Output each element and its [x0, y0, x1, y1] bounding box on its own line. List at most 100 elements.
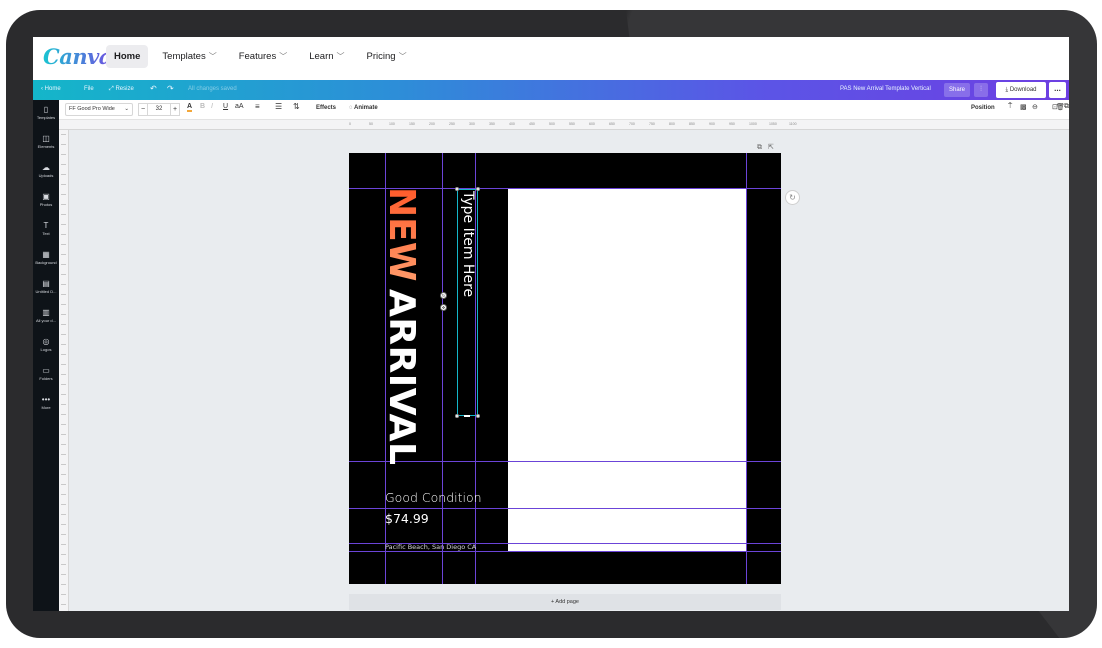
sidebar-item-text[interactable]: T Text — [33, 221, 59, 236]
undo-icon[interactable]: ↶ — [150, 84, 157, 93]
background-icon: ▦ — [42, 250, 50, 259]
sidebar-item-templates[interactable]: ▯ Templates — [33, 105, 59, 120]
ruler-tick — [61, 314, 66, 315]
ruler-tick-label: 400 — [509, 122, 515, 126]
price-text[interactable]: $74.99 — [385, 511, 429, 526]
font-size-decrease[interactable]: − — [138, 103, 148, 116]
insights-icon[interactable]: ⫶ — [974, 83, 988, 97]
ruler-tick — [61, 274, 66, 275]
sidebar-item-background[interactable]: ▦ Background — [33, 250, 59, 265]
bold-icon[interactable]: B — [200, 103, 205, 110]
spacing-icon[interactable]: ⇅ — [293, 102, 300, 111]
main-nav: Home Templates ﹀ Features ﹀ Learn ﹀ Pricing ﹀ — [106, 45, 415, 68]
design-page[interactable]: NEW ARRIVAL Type Item Here ↻ ✥ Good Cond… — [349, 153, 781, 584]
canva-logo[interactable]: Canva — [43, 44, 112, 69]
animate-button[interactable]: ◌ Animate — [349, 105, 378, 111]
download-button[interactable]: ⤓ Download — [996, 82, 1046, 98]
item-name-value: Type Item Here — [460, 191, 476, 298]
redo-icon[interactable]: ↷ — [167, 84, 174, 93]
rotate-icon[interactable]: ↻ — [440, 292, 447, 299]
effects-button[interactable]: Effects — [316, 105, 336, 111]
text-color-icon[interactable]: A — [187, 103, 193, 112]
ruler-left — [59, 130, 69, 611]
nav-label: Learn — [309, 51, 334, 62]
underline-icon[interactable]: U — [223, 103, 228, 110]
resize-handle[interactable] — [476, 414, 480, 418]
trash-icon[interactable]: 🗑 — [1056, 103, 1065, 111]
document-title[interactable]: PAS New Arrival Template Vertical — [840, 86, 931, 92]
headline-new-text: NEW — [381, 187, 422, 282]
paint-format-icon[interactable]: ⍑ — [1008, 103, 1012, 111]
ruler-tick-label: 700 — [629, 122, 635, 126]
sidebar-item-uploads[interactable]: ☁ Uploads — [33, 163, 59, 178]
ruler-tick-label: 250 — [449, 122, 455, 126]
item-name-text[interactable]: Type Item Here — [458, 191, 478, 391]
ruler-tick — [61, 374, 66, 375]
letter-case-icon[interactable]: aA — [235, 103, 244, 110]
resize-handle[interactable] — [455, 187, 459, 191]
sidebar-item-more[interactable]: ••• More — [33, 395, 59, 410]
resize-button[interactable]: ⤢ Resize — [109, 86, 134, 93]
nav-learn[interactable]: Learn ﹀ — [301, 45, 352, 68]
save-status: All changes saved — [188, 86, 237, 92]
more-options-button[interactable]: ... — [1049, 82, 1066, 98]
headline-arrival[interactable]: ARRIVAL — [381, 289, 422, 466]
share-button[interactable]: Share — [944, 83, 970, 97]
nav-pricing[interactable]: Pricing ﹀ — [359, 45, 415, 68]
sidebar-item-untitled-d[interactable]: ▤ Untitled D... — [33, 279, 59, 294]
ruler-tick — [61, 214, 66, 215]
ruler-tick — [61, 324, 66, 325]
ruler-tick — [61, 284, 66, 285]
nav-label: Templates — [162, 51, 206, 62]
link-icon[interactable]: ⊖ — [1032, 103, 1038, 111]
photo-placeholder[interactable] — [508, 188, 746, 551]
font-size-increase[interactable]: + — [170, 103, 180, 116]
font-family-value: FF Good Pro Wide — [69, 106, 115, 112]
sidebar-item-elements[interactable]: ◫ Elements — [33, 134, 59, 149]
headline-new[interactable]: NEW — [381, 187, 422, 282]
ruler-tick — [61, 404, 66, 405]
position-button[interactable]: Position — [971, 105, 995, 111]
refresh-icon[interactable]: ↻ — [785, 190, 800, 205]
list-icon[interactable]: ☰ — [275, 102, 282, 111]
chevron-down-icon: ⌄ — [124, 106, 129, 112]
nav-home[interactable]: Home — [106, 45, 149, 68]
ruler-tick — [61, 514, 66, 515]
chevron-down-icon: ﹀ — [398, 52, 407, 61]
ruler-tick — [61, 154, 66, 155]
ruler-tick-label: 750 — [649, 122, 655, 126]
align-left-icon[interactable]: ≡ — [255, 102, 260, 111]
italic-icon[interactable]: I — [211, 103, 213, 110]
transparency-icon[interactable]: ▩ — [1020, 103, 1027, 111]
more-icon: ••• — [41, 395, 51, 404]
elements-icon: ◫ — [42, 134, 50, 143]
nav-label: Home — [114, 51, 141, 62]
condition-text[interactable]: Good Condition — [385, 490, 482, 505]
untitled-icon: ▤ — [42, 279, 50, 288]
move-icon[interactable]: ✥ — [440, 304, 447, 311]
resize-handle[interactable] — [464, 415, 470, 417]
sidebar-item-photos[interactable]: ▣ Photos — [33, 192, 59, 207]
ruler-tick — [61, 604, 66, 605]
font-size-input[interactable]: 32 — [148, 103, 170, 116]
headline-arrival-text: ARRIVAL — [381, 289, 422, 466]
duplicate-page-icon[interactable]: ⧉ — [757, 144, 762, 151]
add-page-button[interactable]: + Add page — [349, 594, 781, 610]
sidebar-item-label: Folders — [39, 376, 53, 381]
nav-features[interactable]: Features ﹀ — [231, 45, 296, 68]
font-family-select[interactable]: FF Good Pro Wide ⌄ — [65, 103, 133, 116]
home-link[interactable]: ‹ Home — [41, 86, 61, 92]
ruler-tick — [61, 534, 66, 535]
ruler-tick — [61, 454, 66, 455]
sidebar-item-all-your-d[interactable]: ▥ All your d... — [33, 308, 59, 323]
location-text[interactable]: Pacific Beach, San Diego CA — [385, 543, 476, 551]
ruler-tick-label: 1050 — [769, 122, 777, 126]
resize-handle[interactable] — [476, 187, 480, 191]
sidebar-item-label: Background — [35, 260, 57, 265]
resize-handle[interactable] — [455, 414, 459, 418]
sidebar-item-logos[interactable]: ◎ Logos — [33, 337, 59, 352]
sidebar-item-folders[interactable]: ▭ Folders — [33, 366, 59, 381]
file-menu[interactable]: File — [84, 86, 94, 92]
add-page-icon[interactable]: ⇱ — [768, 144, 774, 151]
nav-templates[interactable]: Templates ﹀ — [154, 45, 224, 68]
